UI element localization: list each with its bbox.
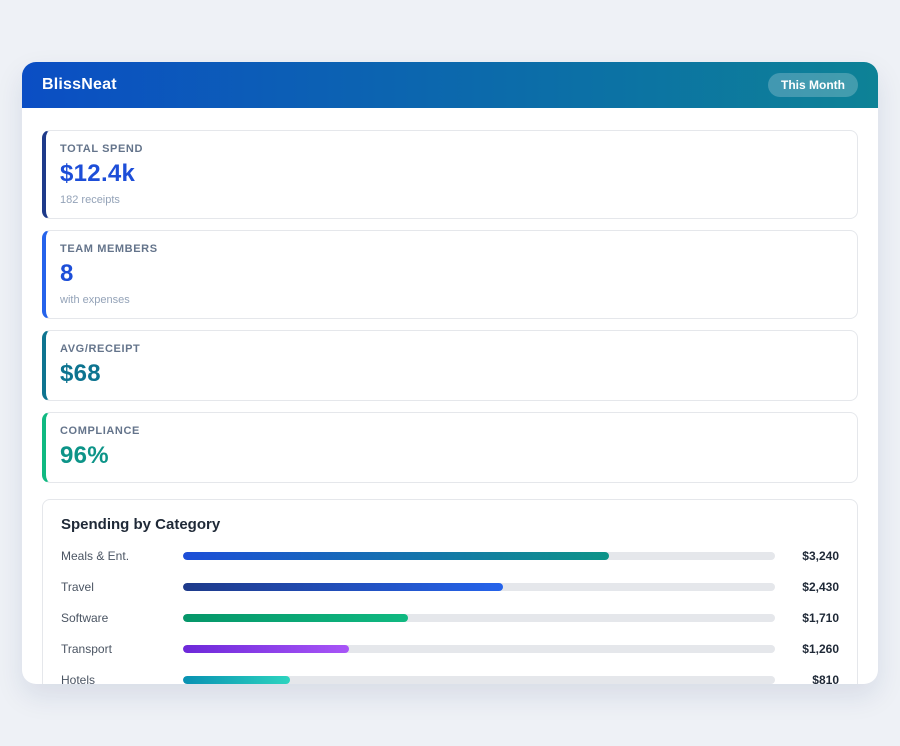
stat-card-total-spend: TOTAL SPEND $12.4k 182 receipts <box>42 130 858 219</box>
stat-label: COMPLIANCE <box>60 425 841 437</box>
bar-fill <box>183 645 349 653</box>
bar-fill <box>183 614 408 622</box>
category-value: $2,430 <box>775 580 839 594</box>
bar-fill <box>183 676 290 684</box>
category-row-meals: Meals & Ent. $3,240 <box>61 549 839 563</box>
bar-fill <box>183 583 503 591</box>
dashboard-card: BlissNeat This Month TOTAL SPEND $12.4k … <box>22 62 878 684</box>
period-badge[interactable]: This Month <box>768 73 858 97</box>
bar-track <box>183 676 775 684</box>
stat-card-team-members: TEAM MEMBERS 8 with expenses <box>42 230 858 319</box>
category-row-hotels: Hotels $810 <box>61 673 839 684</box>
stat-value: 8 <box>60 260 841 288</box>
category-row-transport: Transport $1,260 <box>61 642 839 656</box>
category-label: Transport <box>61 642 183 656</box>
stat-label: AVG/RECEIPT <box>60 343 841 355</box>
category-value: $810 <box>775 673 839 684</box>
bar-track <box>183 583 775 591</box>
category-value: $1,710 <box>775 611 839 625</box>
category-row-travel: Travel $2,430 <box>61 580 839 594</box>
bar-track <box>183 614 775 622</box>
stat-subtext: 182 receipts <box>60 194 841 206</box>
spending-by-category-card: Spending by Category Meals & Ent. $3,240… <box>42 499 858 684</box>
category-label: Travel <box>61 580 183 594</box>
category-value: $3,240 <box>775 549 839 563</box>
app-header: BlissNeat This Month <box>22 62 878 108</box>
category-label: Hotels <box>61 673 183 684</box>
stat-value: $12.4k <box>60 160 841 188</box>
bar-fill <box>183 552 609 560</box>
category-label: Meals & Ent. <box>61 549 183 563</box>
bar-track <box>183 645 775 653</box>
stat-label: TOTAL SPEND <box>60 143 841 155</box>
chart-title: Spending by Category <box>61 516 839 533</box>
stat-card-compliance: COMPLIANCE 96% <box>42 412 858 483</box>
bar-track <box>183 552 775 560</box>
app-title: BlissNeat <box>42 76 117 94</box>
stat-subtext: with expenses <box>60 294 841 306</box>
category-label: Software <box>61 611 183 625</box>
stat-value: $68 <box>60 360 841 388</box>
category-value: $1,260 <box>775 642 839 656</box>
stat-label: TEAM MEMBERS <box>60 243 841 255</box>
stat-card-avg-receipt: AVG/RECEIPT $68 <box>42 330 858 401</box>
stat-value: 96% <box>60 442 841 470</box>
category-row-software: Software $1,710 <box>61 611 839 625</box>
dashboard-body: TOTAL SPEND $12.4k 182 receipts TEAM MEM… <box>22 108 878 684</box>
